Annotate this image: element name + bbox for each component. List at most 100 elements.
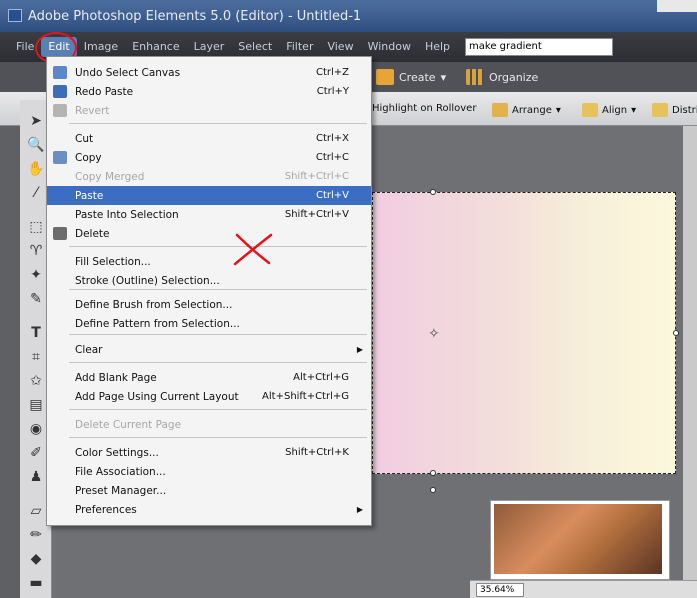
menu-item-revert: Revert (47, 101, 371, 120)
menu-item-shortcut: Shift+Ctrl+V (284, 209, 349, 220)
menu-separator (69, 334, 367, 335)
eraser-tool-icon[interactable]: ▱ (26, 502, 46, 520)
photo-thumbnail[interactable] (494, 504, 662, 574)
menu-enhance[interactable]: Enhance (125, 37, 186, 57)
create-label: Create (399, 70, 436, 84)
transform-handle[interactable] (430, 470, 436, 476)
menu-item-shortcut: Shift+Ctrl+C (284, 171, 349, 182)
vertical-scrollbar[interactable] (683, 126, 697, 580)
eyedropper-tool-icon[interactable]: ⁄ (26, 184, 46, 202)
redo-icon (53, 85, 67, 98)
brush-tool-icon[interactable]: ✏ (26, 526, 46, 544)
menu-item-undo-select-canvas[interactable]: Undo Select Canvas Ctrl+Z (47, 63, 371, 82)
menu-item-shortcut: Ctrl+Z (315, 67, 349, 78)
menu-item-label: Preferences (75, 503, 137, 516)
menu-edit[interactable]: Edit (35, 32, 78, 64)
chevron-down-icon: ▾ (440, 70, 447, 84)
arrange-icon (492, 103, 508, 117)
clone-stamp-tool-icon[interactable]: ♟ (26, 468, 46, 486)
rotate-handle[interactable] (430, 487, 436, 493)
create-button[interactable]: Create ▾ (376, 69, 446, 85)
app-icon (8, 9, 22, 22)
window-title: Adobe Photoshop Elements 5.0 (Editor) - … (28, 8, 362, 24)
healing-brush-tool-icon[interactable]: ✐ (26, 444, 46, 462)
hand-tool-icon[interactable]: ✋ (26, 160, 46, 178)
menu-separator (69, 409, 367, 410)
menu-item-stroke-outline-selection[interactable]: Stroke (Outline) Selection... (47, 271, 371, 290)
create-icon (376, 69, 394, 85)
menu-item-label: Delete (75, 227, 110, 240)
menu-item-label: Fill Selection... (75, 255, 151, 268)
help-search-input[interactable]: make gradient (465, 38, 614, 56)
red-eye-tool-icon[interactable]: ◉ (26, 420, 46, 438)
menu-item-file-association[interactable]: File Association... (47, 462, 371, 481)
align-button[interactable]: Align ▾ (582, 103, 636, 117)
menu-item-paste-into-selection[interactable]: Paste Into Selection Shift+Ctrl+V (47, 205, 371, 224)
menu-select[interactable]: Select (231, 37, 279, 57)
distribute-label: Distri (672, 104, 697, 116)
distribute-icon (652, 103, 668, 117)
marquee-tool-icon[interactable]: ⬚ (26, 218, 46, 236)
crosshair-icon: ✧ (428, 326, 440, 342)
delete-icon (53, 227, 67, 240)
menu-item-clear[interactable]: Clear ▶ (47, 340, 371, 359)
move-tool-icon[interactable]: ➤ (26, 112, 46, 130)
title-bar-corner (657, 0, 697, 12)
menu-item-label: Clear (75, 343, 103, 356)
menu-item-delete[interactable]: Delete (47, 224, 371, 243)
revert-icon (53, 104, 67, 117)
menu-view[interactable]: View (320, 37, 360, 57)
zoom-tool-icon[interactable]: 🔍 (26, 136, 46, 154)
menu-item-label: Cut (75, 132, 94, 145)
cookie-cutter-tool-icon[interactable]: ✩ (26, 372, 46, 390)
highlight-on-rollover-option[interactable]: Highlight on Rollover (372, 103, 476, 114)
menu-item-delete-current-page: Delete Current Page (47, 415, 371, 434)
menu-item-add-page-using-current-layout[interactable]: Add Page Using Current Layout Alt+Shift+C… (47, 387, 371, 406)
paint-bucket-tool-icon[interactable]: ◆ (26, 550, 46, 568)
transform-handle[interactable] (430, 189, 436, 195)
menu-item-preferences[interactable]: Preferences ▶ (47, 500, 371, 519)
gradient-tool-icon[interactable]: ▬ (26, 574, 46, 592)
menu-item-color-settings[interactable]: Color Settings... Shift+Ctrl+K (47, 443, 371, 462)
straighten-tool-icon[interactable]: ▤ (26, 396, 46, 414)
arrange-button[interactable]: Arrange ▾ (492, 103, 561, 117)
menu-item-add-blank-page[interactable]: Add Blank Page Alt+Ctrl+G (47, 368, 371, 387)
menu-separator (69, 123, 367, 124)
red-x-annotation-icon (233, 233, 273, 266)
lasso-tool-icon[interactable]: ♈ (26, 242, 46, 260)
menu-image[interactable]: Image (77, 37, 125, 57)
menu-item-fill-selection[interactable]: Fill Selection... (47, 252, 371, 271)
menu-layer[interactable]: Layer (187, 37, 232, 57)
app-window: Adobe Photoshop Elements 5.0 (Editor) - … (0, 0, 697, 598)
menu-item-label: Define Brush from Selection... (75, 298, 233, 311)
distribute-button[interactable]: Distri (652, 103, 697, 117)
menu-item-define-pattern-from-selection[interactable]: Define Pattern from Selection... (47, 314, 371, 333)
menu-item-define-brush-from-selection[interactable]: Define Brush from Selection... (47, 295, 371, 314)
menu-item-label: Define Pattern from Selection... (75, 317, 240, 330)
crop-tool-icon[interactable]: ⌗ (26, 348, 46, 366)
submenu-arrow-icon: ▶ (356, 505, 363, 514)
menu-item-label: Undo Select Canvas (75, 66, 181, 79)
menu-item-paste[interactable]: Paste Ctrl+V (47, 186, 371, 205)
menu-help[interactable]: Help (418, 37, 457, 57)
organize-button[interactable]: Organize (466, 69, 538, 85)
menu-item-cut[interactable]: Cut Ctrl+X (47, 129, 371, 148)
transform-handle[interactable] (673, 330, 679, 336)
menu-item-shortcut: Ctrl+V (315, 190, 349, 201)
zoom-field[interactable]: 35.64% (476, 583, 524, 597)
menu-filter[interactable]: Filter (279, 37, 320, 57)
arrange-label: Arrange (512, 104, 552, 116)
gradient-canvas[interactable] (372, 192, 676, 474)
menu-item-redo-paste[interactable]: Redo Paste Ctrl+Y (47, 82, 371, 101)
menu-item-copy[interactable]: Copy Ctrl+C (47, 148, 371, 167)
selection-brush-tool-icon[interactable]: ✎ (26, 290, 46, 308)
type-tool-icon[interactable]: T (26, 324, 46, 342)
magic-wand-tool-icon[interactable]: ✦ (26, 266, 46, 284)
menu-separator (69, 289, 367, 290)
organize-icon (466, 69, 484, 85)
title-bar: Adobe Photoshop Elements 5.0 (Editor) - … (0, 0, 697, 32)
align-label: Align (602, 104, 628, 116)
organize-label: Organize (489, 70, 539, 84)
menu-window[interactable]: Window (361, 37, 418, 57)
menu-item-preset-manager[interactable]: Preset Manager... (47, 481, 371, 500)
